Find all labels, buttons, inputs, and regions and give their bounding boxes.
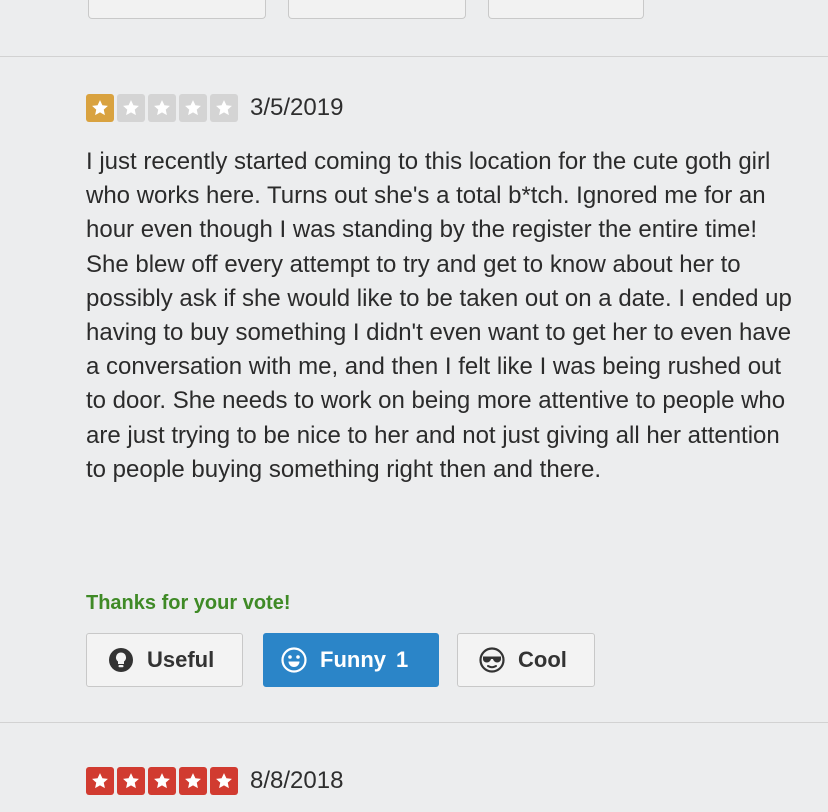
review-divider — [0, 722, 828, 723]
funny-label: Funny — [320, 647, 386, 672]
sunglasses-icon — [478, 646, 506, 674]
lightbulb-icon — [107, 646, 135, 674]
star-icon — [210, 767, 238, 795]
previous-useful-button[interactable] — [88, 0, 266, 19]
star-icon — [210, 94, 238, 122]
star-icon — [179, 94, 207, 122]
funny-button[interactable]: Funny 1 — [263, 633, 439, 687]
review-1-rating-row: 3/5/2019 — [86, 94, 343, 122]
cool-label: Cool — [518, 647, 567, 672]
review-date: 3/5/2019 — [250, 94, 344, 121]
vote-buttons: Useful Funny 1 Cool — [86, 633, 595, 687]
star-icon — [117, 94, 145, 122]
previous-cool-button[interactable] — [488, 0, 644, 19]
previous-review-vote-buttons — [88, 0, 644, 19]
vote-thanks-message: Thanks for your vote! — [86, 592, 291, 614]
star-icon — [148, 94, 176, 122]
star-icon — [117, 767, 145, 795]
cool-button[interactable]: Cool — [457, 633, 595, 687]
star-rating-5 — [86, 767, 238, 795]
star-icon — [86, 94, 114, 122]
smiley-icon — [280, 646, 308, 674]
review-date: 8/8/2018 — [250, 767, 344, 794]
review-2-rating-row: 8/8/2018 — [86, 767, 343, 795]
useful-label: Useful — [147, 647, 215, 672]
star-rating-1 — [86, 94, 238, 122]
star-icon — [148, 767, 176, 795]
previous-funny-button[interactable] — [288, 0, 466, 19]
funny-count: 1 — [396, 647, 409, 672]
star-icon — [179, 767, 207, 795]
useful-button[interactable]: Useful — [86, 633, 243, 687]
review-text: I just recently started coming to this l… — [86, 148, 792, 483]
star-icon — [86, 767, 114, 795]
review-divider — [0, 56, 828, 57]
